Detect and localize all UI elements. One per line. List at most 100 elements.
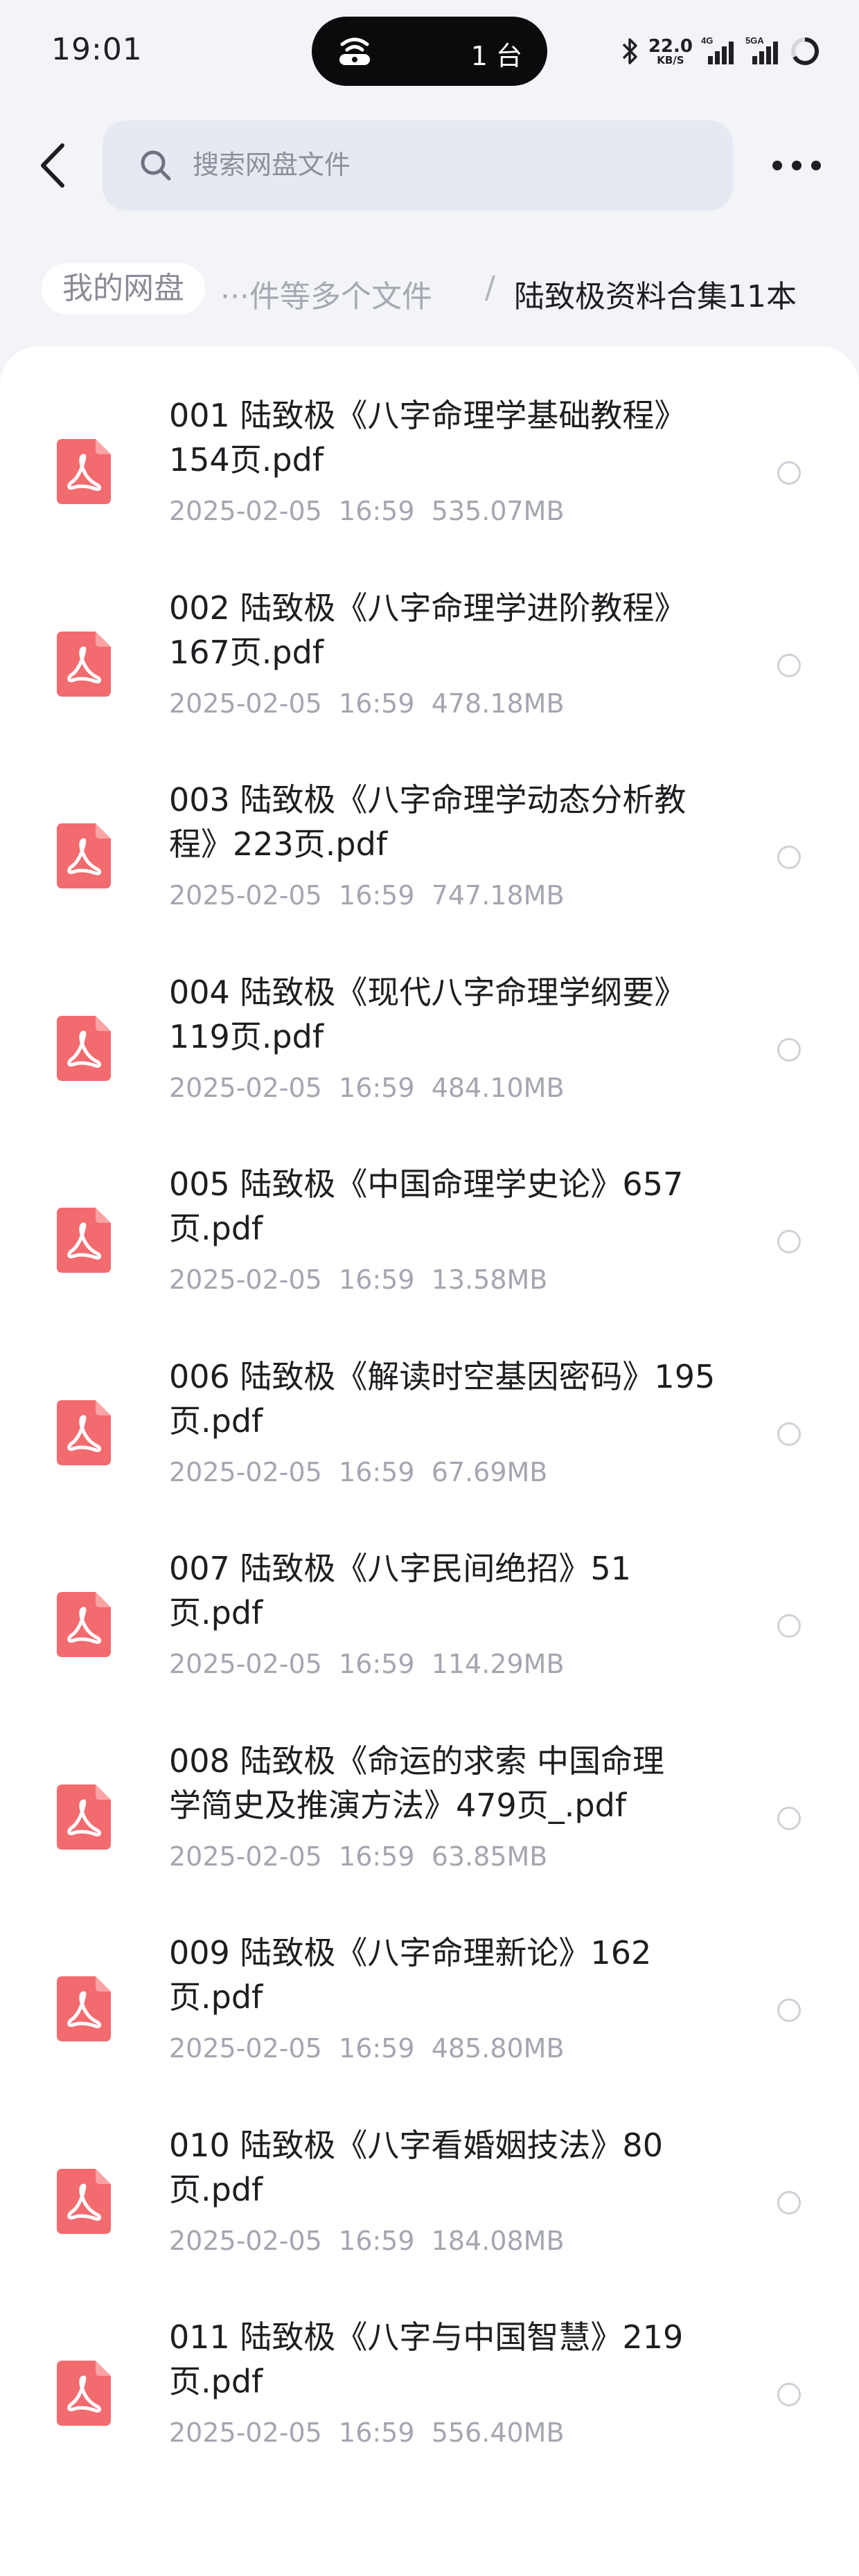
breadcrumb: 我的网盘 ···件等多个文件 / 陆致极资料合集11本: [0, 249, 859, 325]
more-options-icon[interactable]: [770, 154, 823, 177]
file-name-line-2: 页.pdf: [169, 2170, 263, 2208]
file-name-line-1: 002 陆致极《八字命理学进阶教程》: [169, 589, 687, 627]
select-radio[interactable]: [777, 846, 801, 869]
file-name: 011 陆致极《八字与中国智慧》219 页.pdf: [169, 2315, 744, 2404]
file-name: 001 陆致极《八字命理学基础教程》 154页.pdf: [169, 393, 744, 482]
file-meta: 2025-02-05 16:59 535.07MB: [169, 496, 565, 526]
file-name-line-1: 009 陆致极《八字命理新论》162: [169, 1934, 652, 1971]
file-name-line-1: 006 陆致极《解读时空基因密码》195: [169, 1357, 716, 1395]
file-size: 747.18MB: [431, 880, 565, 911]
select-radio[interactable]: [777, 2383, 801, 2406]
file-date: 2025-02-05: [169, 2033, 322, 2064]
bluetooth-icon: [622, 38, 637, 64]
breadcrumb-separator: /: [485, 270, 495, 305]
pdf-file-icon: [57, 1015, 111, 1081]
search-icon: [141, 150, 171, 181]
island-device-count: 1 台: [470, 41, 522, 71]
select-radio[interactable]: [777, 1998, 801, 2022]
file-row[interactable]: 001 陆致极《八字命理学基础教程》 154页.pdf 2025-02-05 16:…: [0, 389, 859, 580]
select-radio[interactable]: [777, 1037, 801, 1062]
file-time: 16:59: [339, 2417, 415, 2448]
file-time: 16:59: [339, 496, 415, 526]
file-row[interactable]: 007 陆致极《八字民间绝招》51 页.pdf 2025-02-05 16:59 1…: [0, 1542, 859, 1733]
cellular-signal-icon: 4G: [701, 35, 734, 64]
select-radio[interactable]: [777, 653, 801, 677]
search-bar[interactable]: [103, 120, 733, 211]
file-time: 16:59: [339, 1841, 415, 1872]
file-date: 2025-02-05: [169, 1841, 322, 1872]
file-size: 114.29MB: [431, 1649, 565, 1679]
file-name-line-2: 页.pdf: [169, 2363, 263, 2400]
file-meta: 2025-02-05 16:59 63.85MB: [169, 1841, 547, 1872]
file-name-line-2: 页.pdf: [169, 1402, 263, 1440]
file-row[interactable]: 003 陆致极《八字命理学动态分析教 程》223页.pdf 2025-02-05 1…: [0, 773, 859, 965]
file-time: 16:59: [339, 1649, 415, 1679]
file-date: 2025-02-05: [169, 880, 322, 911]
search-input[interactable]: [193, 144, 678, 186]
file-row[interactable]: 005 陆致极《中国命理学史论》657 页.pdf 2025-02-05 16:59…: [0, 1158, 859, 1349]
file-name-line-1: 005 陆致极《中国命理学史论》657: [169, 1165, 684, 1203]
select-radio[interactable]: [777, 461, 801, 485]
file-meta: 2025-02-05 16:59 114.29MB: [169, 1649, 565, 1679]
pdf-file-icon: [57, 1784, 111, 1850]
file-date: 2025-02-05: [169, 1072, 322, 1103]
file-name-line-1: 003 陆致极《八字命理学动态分析教: [169, 781, 687, 819]
file-date: 2025-02-05: [169, 688, 322, 719]
file-name-line-2: 页.pdf: [169, 1210, 263, 1247]
file-row[interactable]: 011 陆致极《八字与中国智慧》219 页.pdf 2025-02-05 16:59…: [0, 2311, 859, 2502]
file-row[interactable]: 009 陆致极《八字命理新论》162 页.pdf 2025-02-05 16:59 …: [0, 1926, 859, 2118]
breadcrumb-collapsed-path[interactable]: ···件等多个文件: [220, 271, 432, 316]
status-bar: 19:01 1 台 22.0 KB/S 4G 5GA: [0, 0, 859, 104]
file-name-line-1: 004 陆致极《现代八字命理学纲要》: [169, 973, 687, 1011]
select-radio[interactable]: [777, 1806, 801, 1830]
file-meta: 2025-02-05 16:59 556.40MB: [169, 2417, 565, 2448]
file-size: 67.69MB: [431, 1456, 548, 1487]
back-arrow-icon[interactable]: [36, 141, 69, 190]
file-row[interactable]: 010 陆致极《八字看婚姻技法》80 页.pdf 2025-02-05 16:59 …: [0, 2119, 859, 2310]
file-row[interactable]: 002 陆致极《八字命理学进阶教程》 167页.pdf 2025-02-05 16:…: [0, 582, 859, 773]
select-radio[interactable]: [777, 2190, 801, 2215]
file-list: 001 陆致极《八字命理学基础教程》 154页.pdf 2025-02-05 16:…: [0, 346, 859, 2576]
file-size: 484.10MB: [431, 1072, 565, 1103]
breadcrumb-home[interactable]: 我的网盘: [42, 263, 205, 314]
file-name-line-1: 010 陆致极《八字看婚姻技法》80: [169, 2126, 663, 2164]
file-date: 2025-02-05: [169, 1456, 322, 1487]
file-name-line-2: 程》223页.pdf: [169, 825, 388, 863]
file-name: 005 陆致极《中国命理学史论》657 页.pdf: [169, 1162, 744, 1251]
file-meta: 2025-02-05 16:59 67.69MB: [169, 1457, 547, 1487]
dynamic-island[interactable]: 1 台: [312, 17, 547, 86]
file-row[interactable]: 006 陆致极《解读时空基因密码》195 页.pdf 2025-02-05 16:5…: [0, 1350, 859, 1541]
file-row[interactable]: 004 陆致极《现代八字命理学纲要》 119页.pdf 2025-02-05 16:…: [0, 966, 859, 1157]
file-name-line-2: 167页.pdf: [169, 633, 324, 671]
file-name-line-2: 学简史及推演方法》479页_.pdf: [169, 1786, 627, 1824]
pdf-file-icon: [57, 1208, 111, 1273]
file-size: 485.80MB: [431, 2033, 565, 2064]
file-name-line-1: 008 陆致极《命运的求索 中国命理: [169, 1742, 665, 1780]
file-time: 16:59: [339, 1264, 415, 1295]
file-size: 63.85MB: [431, 1841, 548, 1872]
file-time: 16:59: [339, 2033, 415, 2064]
file-name: 003 陆致极《八字命理学动态分析教 程》223页.pdf: [169, 778, 744, 866]
network-speed-unit: KB/S: [657, 53, 684, 66]
pdf-file-icon: [57, 631, 111, 697]
battery-icon: [791, 37, 819, 65]
file-name-line-2: 154页.pdf: [169, 441, 324, 478]
select-radio[interactable]: [777, 1230, 801, 1253]
file-name-line-2: 页.pdf: [169, 1594, 263, 1631]
file-meta: 2025-02-05 16:59 13.58MB: [169, 1264, 547, 1295]
status-icons: 22.0 KB/S 4G 5GA: [621, 30, 820, 72]
file-date: 2025-02-05: [169, 496, 322, 526]
file-row[interactable]: 008 陆致极《命运的求索 中国命理 学简史及推演方法》479页_.pdf 2025…: [0, 1735, 859, 1926]
network-speed: 22.0 KB/S: [648, 37, 693, 66]
pdf-file-icon: [57, 823, 111, 888]
pdf-file-icon: [57, 2168, 111, 2234]
select-radio[interactable]: [777, 1422, 801, 1446]
file-meta: 2025-02-05 16:59 478.18MB: [169, 688, 565, 719]
file-meta: 2025-02-05 16:59 184.08MB: [169, 2226, 565, 2256]
file-time: 16:59: [339, 1072, 415, 1103]
breadcrumb-current-folder: 陆致极资料合集11本: [514, 279, 797, 314]
pdf-file-icon: [57, 2361, 111, 2426]
file-name: 002 陆致极《八字命理学进阶教程》 167页.pdf: [169, 586, 744, 674]
cast-device-icon: [339, 37, 370, 65]
select-radio[interactable]: [777, 1614, 801, 1638]
